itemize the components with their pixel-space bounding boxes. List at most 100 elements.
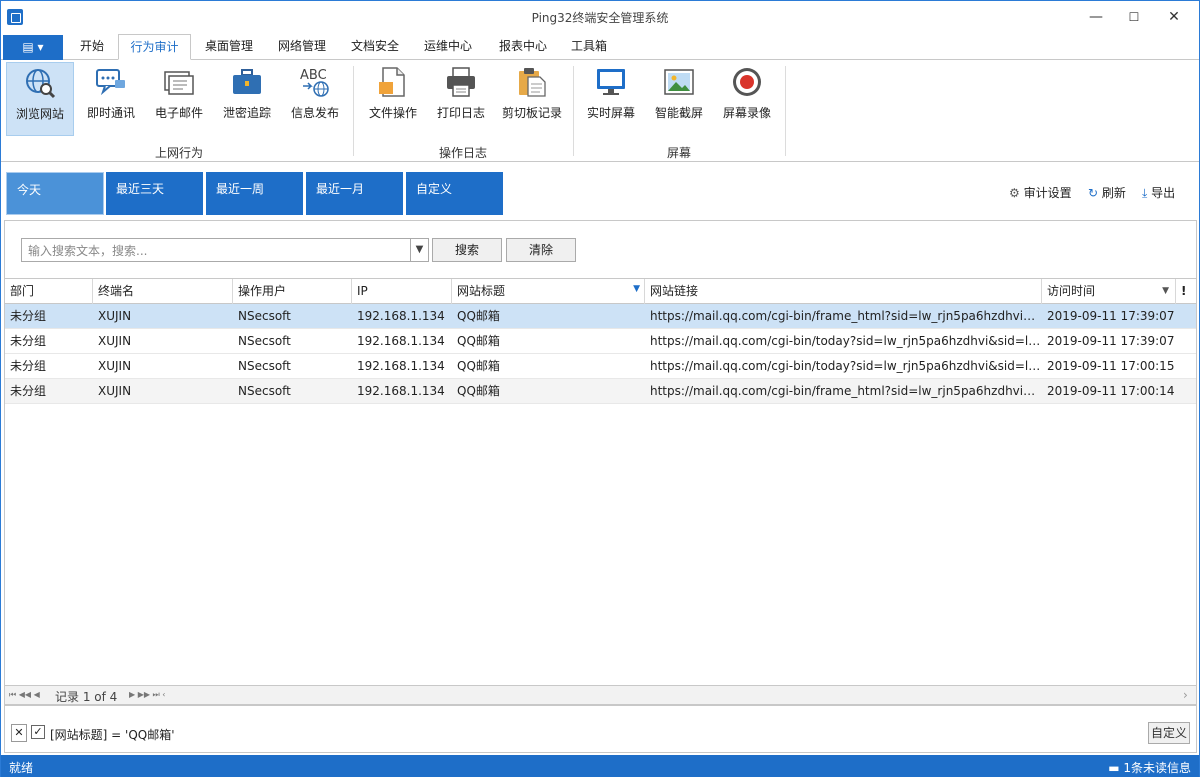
unread-messages[interactable]: ▬ 1条未读信息 [1108, 759, 1191, 776]
cell-site-link: https://mail.qq.com/cgi-bin/today?sid=lw… [650, 359, 1042, 373]
grid-header: 部门 终端名 操作用户 IP 网站标题 ▼ 网站链接 访问时间 ▼ ! [5, 279, 1196, 304]
title-bar: Ping32终端安全管理系统 — ☐ ✕ [1, 1, 1199, 33]
close-button[interactable]: ✕ [1159, 5, 1189, 29]
export-button[interactable]: ⤓ 导出 [1142, 184, 1175, 201]
app-window: Ping32终端安全管理系统 — ☐ ✕ ▤ ▾ 开始 行为审计 桌面管理 网络… [0, 0, 1200, 777]
group-label-operation-log: 操作日志 [438, 146, 487, 160]
email-label: 电子邮件 [154, 106, 203, 120]
cell-site-title: QQ邮箱 [457, 359, 500, 373]
cell-site-title: QQ邮箱 [457, 384, 500, 398]
search-dropdown-button[interactable]: ▼ [411, 238, 429, 262]
ribbon-group-separator [353, 66, 354, 156]
live-screen-button[interactable]: 实时屏幕 [579, 62, 643, 136]
refresh-icon: ↻ [1088, 186, 1099, 200]
pager-nav-first-prev[interactable]: ⏮ ◀◀ ◀ [9, 690, 40, 700]
cell-visit-time: 2019-09-11 17:39:07 [1047, 309, 1175, 323]
filter-last-3-days[interactable]: 最近三天 [106, 172, 204, 215]
table-row[interactable]: 未分组 XUJIN NSecsoft 192.168.1.134 QQ邮箱 ht… [5, 354, 1196, 379]
cell-site-title: QQ邮箱 [457, 309, 500, 323]
status-bar: 就绪 ▬ 1条未读信息 [1, 755, 1199, 777]
email-button[interactable]: 电子邮件 [147, 62, 211, 136]
status-text: 就绪 [9, 761, 34, 775]
search-button[interactable]: 搜索 [432, 238, 502, 262]
search-input[interactable]: 输入搜索文本，搜索... [21, 238, 411, 262]
clear-filter-button[interactable]: ✕ [11, 724, 27, 742]
email-icon [163, 66, 195, 98]
image-icon [663, 66, 695, 98]
clipboard-icon [516, 66, 548, 98]
chat-icon [95, 66, 127, 98]
minimize-button[interactable]: — [1081, 5, 1111, 29]
gear-icon: ⚙ [1009, 186, 1020, 200]
filter-last-month[interactable]: 最近一月 [306, 172, 404, 215]
filter-custom[interactable]: 自定义 [406, 172, 504, 215]
cell-department: 未分组 [10, 334, 47, 348]
instant-messaging-button[interactable]: 即时通讯 [79, 62, 143, 136]
cell-user: NSecsoft [238, 309, 291, 323]
pager-nav-next-last[interactable]: ▶ ▶▶ ⏭ ‹ [129, 690, 166, 700]
tab-behavior-audit[interactable]: 行为审计 [118, 34, 191, 60]
table-row[interactable]: 未分组 XUJIN NSecsoft 192.168.1.134 QQ邮箱 ht… [5, 379, 1196, 404]
cell-site-link: https://mail.qq.com/cgi-bin/frame_html?s… [650, 309, 1042, 323]
scroll-right-arrow[interactable]: › [1183, 688, 1188, 702]
file-menu-button[interactable]: ▤ ▾ [3, 35, 63, 60]
column-header-visit-time[interactable]: 访问时间 ▼ [1042, 279, 1176, 304]
column-header-terminal[interactable]: 终端名 [93, 279, 233, 304]
tab-network-management[interactable]: 网络管理 [266, 34, 338, 60]
tab-report-center[interactable]: 报表中心 [487, 34, 559, 60]
column-header-ip[interactable]: IP [352, 279, 452, 304]
filter-enable-checkbox[interactable]: ✓ [31, 725, 45, 739]
cell-terminal: XUJIN [98, 384, 132, 398]
table-row[interactable]: 未分组 XUJIN NSecsoft 192.168.1.134 QQ邮箱 ht… [5, 329, 1196, 354]
sort-descending-icon[interactable]: ▼ [1162, 279, 1169, 304]
export-label: 导出 [1151, 186, 1176, 200]
ribbon-group-separator [573, 66, 574, 156]
site-title-header-label: 网站标题 [457, 284, 506, 298]
clipboard-record-label: 剪切板记录 [501, 106, 562, 120]
tab-ops-center[interactable]: 运维中心 [412, 34, 484, 60]
browse-website-button[interactable]: 浏览网站 [6, 62, 74, 136]
message-icon: ▬ [1108, 761, 1120, 775]
column-header-site-link[interactable]: 网站链接 [645, 279, 1042, 304]
ribbon-tab-bar: ▤ ▾ 开始 行为审计 桌面管理 网络管理 文档安全 运维中心 报表中心 工具箱 [1, 33, 1199, 60]
filter-last-week[interactable]: 最近一周 [206, 172, 304, 215]
smart-screenshot-button[interactable]: 智能截屏 [647, 62, 711, 136]
tab-document-security[interactable]: 文档安全 [339, 34, 411, 60]
clipboard-record-button[interactable]: 剪切板记录 [495, 62, 569, 136]
tab-start[interactable]: 开始 [67, 34, 117, 60]
audit-settings-button[interactable]: ⚙ 审计设置 [1009, 184, 1072, 201]
grid-pager: ⏮ ◀◀ ◀ 记录 1 of 4 ▶ ▶▶ ⏭ ‹ › [4, 685, 1197, 705]
column-header-user[interactable]: 操作用户 [233, 279, 352, 304]
file-operation-button[interactable]: 文件操作 [361, 62, 425, 136]
maximize-button[interactable]: ☐ [1119, 5, 1149, 29]
cell-user: NSecsoft [238, 334, 291, 348]
live-screen-label: 实时屏幕 [586, 106, 635, 120]
filter-expression-text[interactable]: [网站标题] = 'QQ邮箱' [50, 726, 175, 743]
custom-filter-button[interactable]: 自定义 [1148, 722, 1190, 744]
filter-today[interactable]: 今天 [6, 172, 104, 215]
info-publish-button[interactable]: ABC 信息发布 [283, 62, 347, 136]
screen-record-button[interactable]: 屏幕录像 [715, 62, 779, 136]
leak-tracking-label: 泄密追踪 [222, 106, 271, 120]
leak-tracking-button[interactable]: 泄密追踪 [215, 62, 279, 136]
records-grid: 部门 终端名 操作用户 IP 网站标题 ▼ 网站链接 访问时间 ▼ ! 未分组 … [4, 278, 1197, 688]
chevron-down-icon: ▼ [415, 244, 424, 255]
table-row[interactable]: 未分组 XUJIN NSecsoft 192.168.1.134 QQ邮箱 ht… [5, 304, 1196, 329]
filter-funnel-icon[interactable]: ▼ [633, 277, 640, 302]
clear-button[interactable]: 清除 [506, 238, 576, 262]
cell-site-title: QQ邮箱 [457, 334, 500, 348]
cell-department: 未分组 [10, 359, 47, 373]
tab-toolbox[interactable]: 工具箱 [559, 34, 619, 60]
print-log-button[interactable]: 打印日志 [429, 62, 493, 136]
audit-settings-label: 审计设置 [1023, 186, 1072, 200]
abc-globe-icon: ABC [299, 66, 331, 98]
cell-ip: 192.168.1.134 [357, 359, 445, 373]
tab-desktop-management[interactable]: 桌面管理 [193, 34, 265, 60]
column-header-site-title[interactable]: 网站标题 ▼ [452, 279, 645, 304]
refresh-button[interactable]: ↻ 刷新 [1088, 184, 1126, 201]
column-header-department[interactable]: 部门 [5, 279, 93, 304]
svg-text:ABC: ABC [300, 68, 327, 83]
info-publish-label: 信息发布 [290, 106, 339, 120]
group-label-screen: 屏幕 [666, 146, 691, 160]
column-header-flag[interactable]: ! [1176, 279, 1196, 304]
